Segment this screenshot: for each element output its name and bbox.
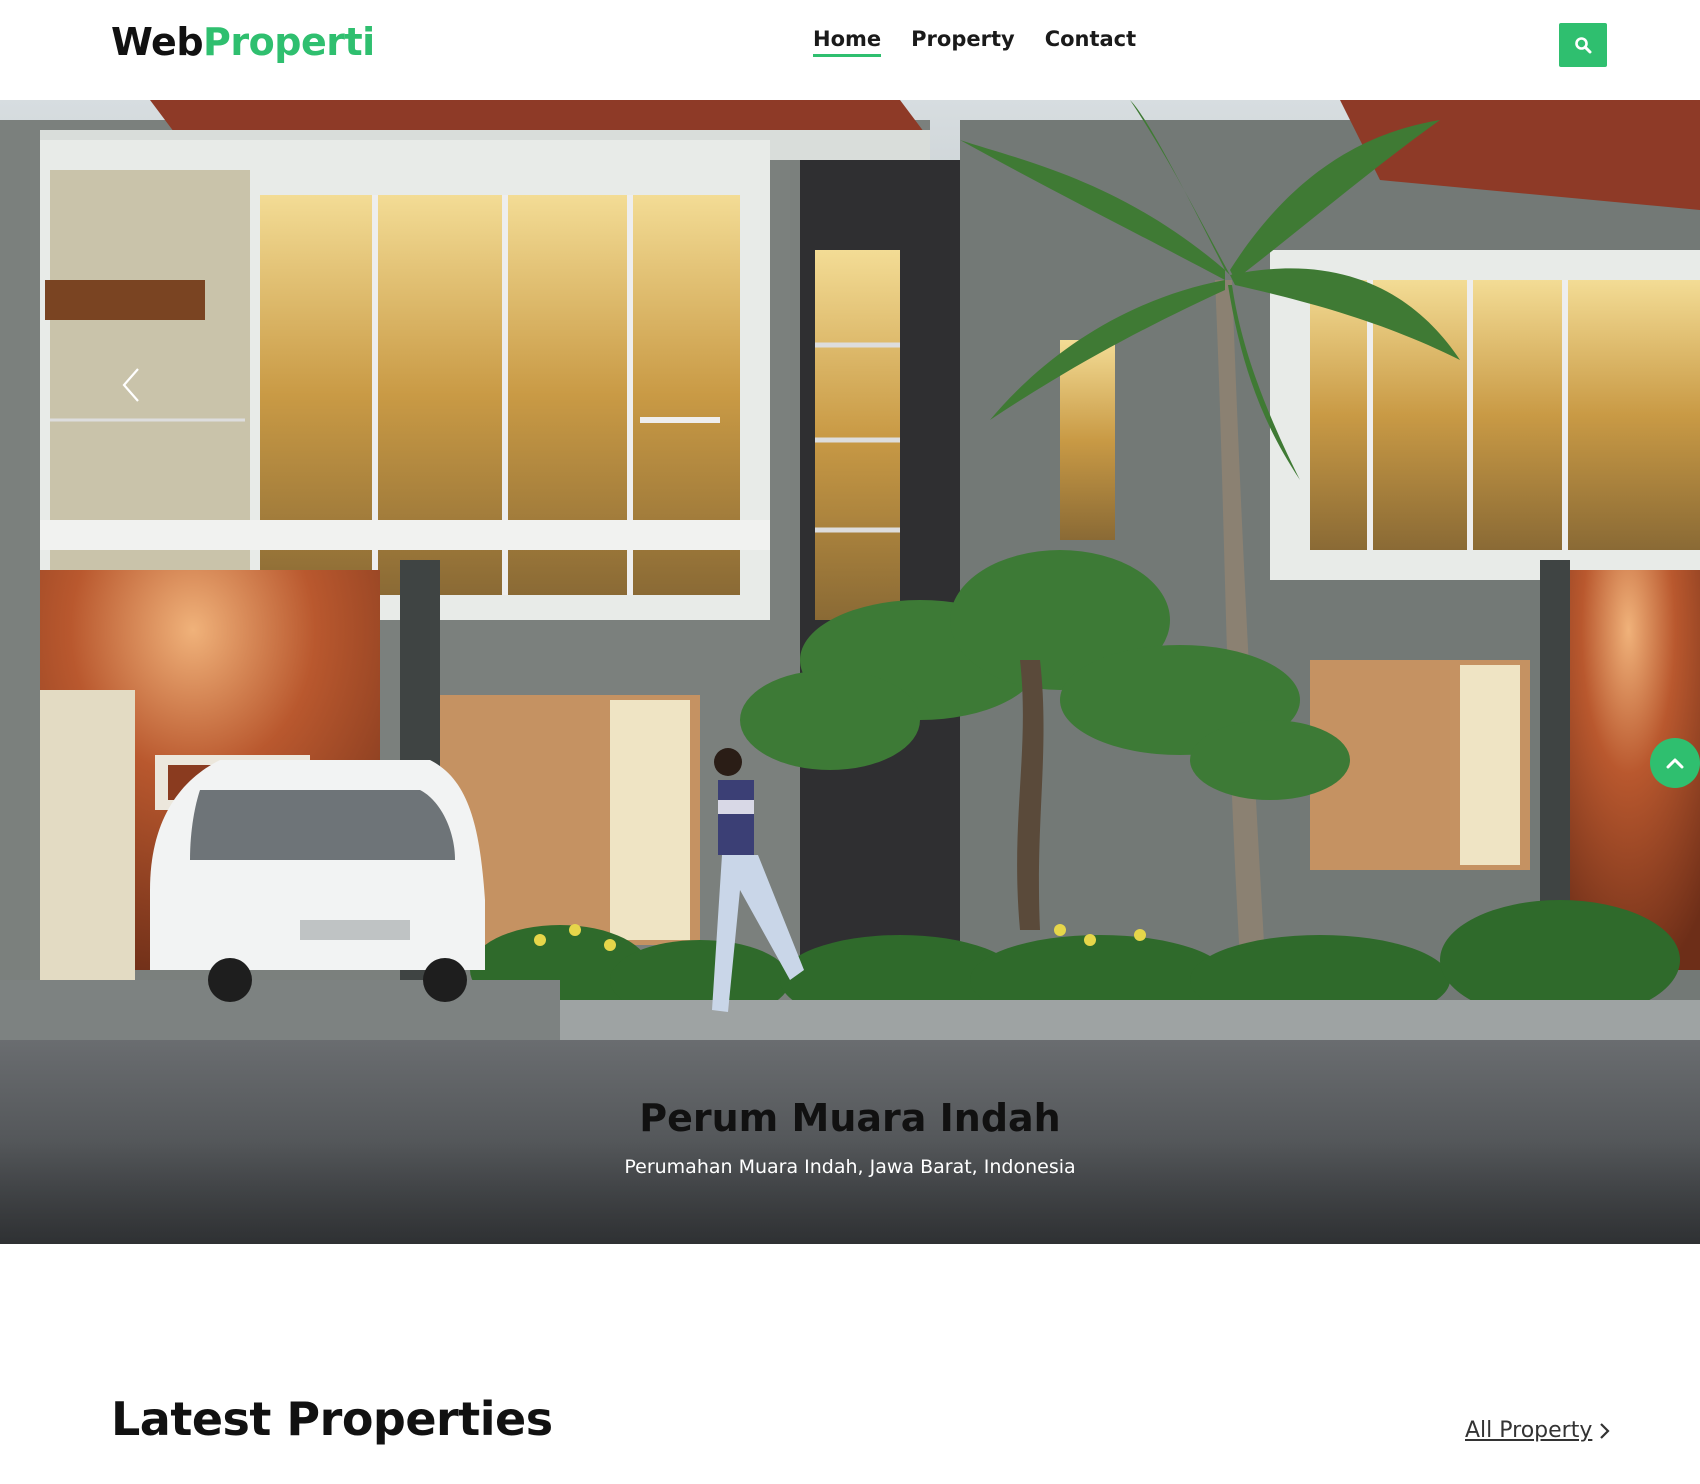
slider-prev-button[interactable]	[116, 355, 146, 415]
nav-item-home[interactable]: Home	[813, 27, 882, 57]
latest-properties-title: Latest Properties	[111, 1392, 553, 1446]
hero-slider: Perum Muara Indah Perumahan Muara Indah,…	[0, 100, 1700, 1244]
chevron-right-icon	[1600, 1422, 1610, 1439]
hero-image	[0, 100, 1700, 1244]
brand-logo-part2: Properti	[203, 20, 375, 64]
all-property-link[interactable]: All Property	[1465, 1418, 1610, 1443]
chevron-up-icon	[1666, 758, 1684, 769]
site-header: WebProperti Home Property Contact	[0, 0, 1700, 100]
hero-subtitle: Perumahan Muara Indah, Jawa Barat, Indon…	[624, 1156, 1076, 1178]
search-icon	[1575, 37, 1592, 54]
nav-item-contact[interactable]: Contact	[1045, 27, 1137, 57]
all-property-label: All Property	[1465, 1418, 1593, 1443]
chevron-left-icon	[122, 368, 139, 402]
brand-logo[interactable]: WebProperti	[111, 20, 375, 64]
search-button[interactable]	[1559, 23, 1607, 67]
brand-logo-part1: Web	[111, 20, 204, 64]
hero-title: Perum Muara Indah	[639, 1096, 1061, 1140]
main-nav: Home Property Contact	[813, 27, 1136, 57]
nav-item-property[interactable]: Property	[911, 27, 1015, 57]
scroll-top-button[interactable]	[1650, 738, 1700, 788]
